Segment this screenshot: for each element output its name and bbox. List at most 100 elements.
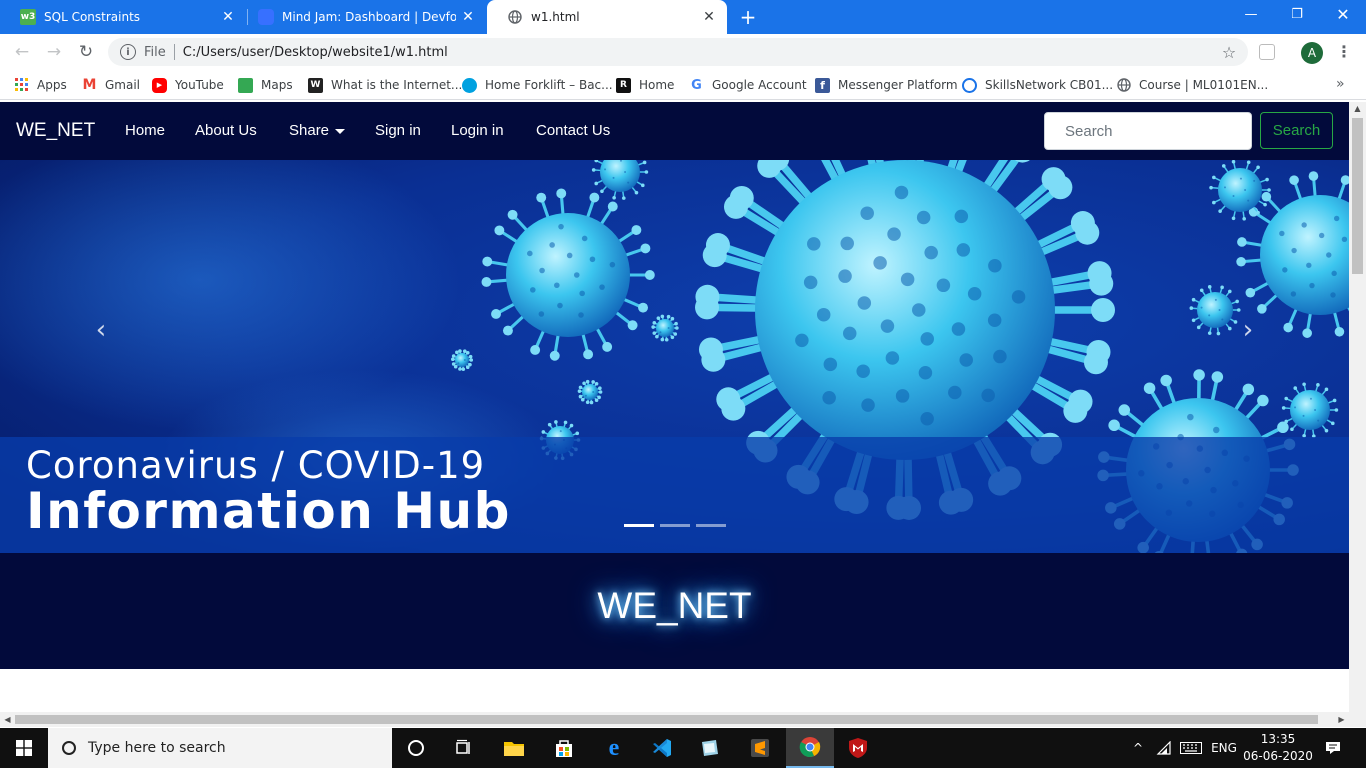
start-button[interactable] [0, 728, 48, 768]
nav-login-in[interactable]: Login in [451, 122, 504, 139]
search-input[interactable] [1044, 112, 1252, 150]
horizontal-scrollbar[interactable]: ◀ ▶ [0, 712, 1366, 727]
chevron-up-icon[interactable]: ^ [1130, 728, 1146, 768]
close-window-button[interactable]: ✕ [1320, 0, 1366, 30]
bookmark-star-icon[interactable]: ☆ [1218, 43, 1240, 62]
facebook-icon: f [815, 77, 830, 93]
youtube-icon: ▶ [152, 77, 167, 93]
tab-title: Mind Jam: Dashboard | Devfolio [282, 10, 456, 24]
bookmark-youtube[interactable]: ▶ YouTube [152, 76, 224, 94]
page-viewport: WE_NET Home About Us Share Sign in Login… [0, 102, 1349, 712]
site-brand[interactable]: WE_NET [16, 120, 95, 142]
system-clock[interactable]: 13:35 06-06-2020 [1234, 731, 1322, 765]
chevron-left-icon: ‹ [95, 315, 107, 345]
bookmark-course-ml0101en[interactable]: Course | ML0101EN... [1116, 76, 1268, 94]
sublime-icon[interactable] [736, 728, 784, 768]
bookmark-maps[interactable]: Maps [238, 76, 293, 94]
search-button[interactable]: Search [1260, 112, 1333, 149]
taskbar-search-placeholder: Type here to search [88, 740, 226, 756]
carousel-next-button[interactable]: › [1233, 315, 1263, 345]
bookmark-what-is-the-internet[interactable]: W What is the Internet... [308, 76, 462, 94]
scrollbar-thumb[interactable] [1352, 118, 1363, 274]
bookmark-gmail[interactable]: M Gmail [82, 76, 140, 94]
bookmark-label: Home Forklift – Bac... [485, 78, 613, 92]
wifi-icon[interactable] [1154, 728, 1174, 768]
maps-icon [238, 77, 253, 93]
nav-home[interactable]: Home [125, 122, 165, 139]
taskbar-search-box[interactable]: Type here to search [48, 728, 392, 768]
vertical-scrollbar[interactable]: ▲ [1349, 102, 1366, 712]
close-tab-icon[interactable]: ✕ [697, 9, 721, 25]
gmail-icon: M [82, 77, 97, 93]
salesforce-icon [462, 77, 477, 93]
bookmark-label: Course | ML0101EN... [1139, 78, 1269, 92]
clock-date: 06-06-2020 [1243, 749, 1313, 763]
google-icon: G [691, 77, 702, 93]
globe-icon [507, 9, 523, 25]
bookmark-apps[interactable]: Apps [14, 76, 67, 94]
tab-w1-html[interactable]: w1.html ✕ [487, 0, 727, 34]
nav-share-label: Share [289, 122, 330, 139]
store-icon[interactable] [540, 728, 588, 768]
scroll-up-icon[interactable]: ▲ [1349, 104, 1366, 113]
reload-button[interactable]: ↻ [74, 40, 98, 64]
nav-contact-us[interactable]: Contact Us [536, 122, 610, 139]
tab-devfolio[interactable]: Mind Jam: Dashboard | Devfolio ✕ [238, 0, 486, 34]
carousel-indicator[interactable] [624, 524, 654, 527]
back-button[interactable]: ← [10, 40, 34, 64]
forward-button[interactable]: → [42, 40, 66, 64]
browser-tab-strip: w3 SQL Constraints ✕ Mind Jam: Dashboard… [0, 0, 1366, 34]
scroll-right-icon[interactable]: ▶ [1334, 712, 1349, 727]
nav-about-us[interactable]: About Us [195, 122, 257, 139]
info-icon[interactable]: i [120, 44, 136, 60]
site-navbar: WE_NET Home About Us Share Sign in Login… [0, 102, 1349, 160]
devfolio-icon [258, 9, 274, 25]
scroll-left-icon[interactable]: ◀ [0, 712, 15, 727]
bookmark-google-account[interactable]: G Google Account [689, 76, 806, 94]
bookmark-home[interactable]: R Home [616, 76, 674, 94]
browser-menu-icon[interactable]: ⋮ [1334, 40, 1354, 64]
w3schools-icon: w3 [20, 9, 36, 25]
notifications-icon[interactable] [1320, 728, 1346, 768]
carousel-prev-button[interactable]: ‹ [86, 315, 116, 345]
carousel-indicator[interactable] [660, 524, 690, 527]
minimize-window-button[interactable]: — [1228, 0, 1274, 30]
ring-icon [962, 77, 977, 93]
task-view-icon[interactable] [440, 728, 488, 768]
tab-sql-constraints[interactable]: w3 SQL Constraints ✕ [0, 0, 246, 34]
url-text[interactable]: C:/Users/user/Desktop/website1/w1.html [183, 45, 1218, 60]
profile-avatar[interactable]: A [1301, 42, 1323, 64]
close-tab-icon[interactable]: ✕ [216, 9, 240, 25]
omnibox-divider [173, 44, 175, 60]
bookmark-skillsnetwork[interactable]: SkillsNetwork CB01... [962, 76, 1113, 94]
extension-icon[interactable] [1259, 44, 1275, 60]
chrome-icon[interactable] [786, 728, 834, 768]
nav-sign-in[interactable]: Sign in [375, 122, 421, 139]
file-explorer-icon[interactable] [490, 728, 538, 768]
scrollbar-thumb[interactable] [15, 715, 1318, 724]
app-icon[interactable] [686, 728, 734, 768]
bookmark-label: Messenger Platform [838, 78, 958, 92]
nav-share-dropdown[interactable]: Share [289, 122, 346, 139]
carousel-indicators [624, 524, 726, 527]
mcafee-icon[interactable] [834, 728, 882, 768]
cortana-icon[interactable] [392, 728, 440, 768]
keyboard-icon[interactable] [1178, 728, 1204, 768]
bookmark-messenger-platform[interactable]: f Messenger Platform [815, 76, 958, 94]
bookmark-label: YouTube [175, 78, 224, 92]
edge-icon[interactable]: e [590, 728, 638, 768]
address-bar[interactable]: i File C:/Users/user/Desktop/website1/w1… [108, 38, 1248, 66]
carousel-indicator[interactable] [696, 524, 726, 527]
bookmark-label: SkillsNetwork CB01... [985, 78, 1114, 92]
close-tab-icon[interactable]: ✕ [456, 9, 480, 25]
new-tab-button[interactable]: + [736, 6, 760, 28]
chevron-double-right-icon[interactable]: » [1336, 76, 1345, 92]
bookmark-home-forklift[interactable]: Home Forklift – Bac... [462, 76, 613, 94]
scheme-label: File [144, 44, 166, 60]
apps-grid-icon [14, 78, 29, 93]
bookmark-label: Gmail [105, 78, 141, 92]
windows-logo-icon [16, 740, 32, 756]
vscode-icon[interactable] [638, 728, 686, 768]
restore-window-button[interactable]: ❐ [1274, 0, 1320, 30]
tab-title: w1.html [531, 10, 580, 24]
